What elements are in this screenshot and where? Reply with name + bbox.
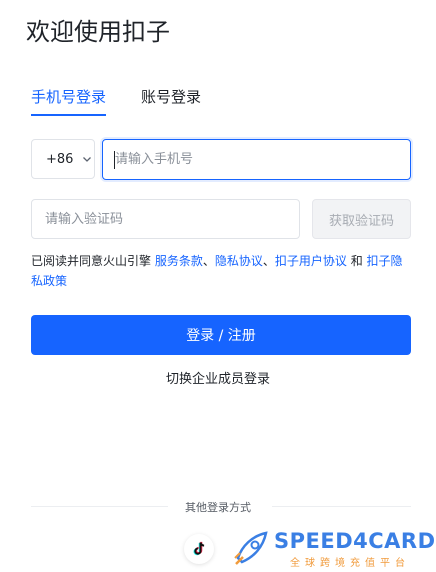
chevron-down-icon xyxy=(81,153,93,165)
privacy-link[interactable]: 隐私协议 xyxy=(215,254,263,268)
agreement-and: 和 xyxy=(346,254,367,268)
watermark-brand: SPEED4CARD xyxy=(274,529,436,553)
user-agreement-link[interactable]: 扣子用户协议 xyxy=(275,254,347,268)
phone-field[interactable] xyxy=(102,139,411,180)
get-code-button[interactable]: 获取验证码 xyxy=(312,199,411,239)
phone-input[interactable] xyxy=(103,140,410,179)
login-register-button[interactable]: 登录 / 注册 xyxy=(31,315,411,355)
text-caret xyxy=(114,151,115,169)
agreement-text: 已阅读并同意火山引擎 服务条款、隐私协议、扣子用户协议 和 扣子隐私政策 xyxy=(31,251,411,291)
divider-right xyxy=(272,506,411,507)
tiktok-icon xyxy=(193,541,205,556)
tab-account-login[interactable]: 账号登录 xyxy=(141,86,201,116)
page-title: 欢迎使用扣子 xyxy=(26,18,170,46)
watermark-subtitle: 全球跨境充值平台 xyxy=(290,558,410,569)
tab-phone-login[interactable]: 手机号登录 xyxy=(31,86,107,116)
agreement-separator: 、 xyxy=(262,254,275,268)
speed4card-watermark: SPEED4CARD 全球跨境充值平台 xyxy=(232,528,435,572)
rocket-logo-icon xyxy=(234,531,268,565)
other-login-methods-label: 其他登录方式 xyxy=(185,501,251,514)
tiktok-login-button[interactable] xyxy=(184,534,214,564)
switch-enterprise-login-link[interactable]: 切换企业成员登录 xyxy=(0,368,436,387)
verification-code-input[interactable] xyxy=(32,200,299,238)
code-field[interactable] xyxy=(31,199,300,239)
login-tabs: 手机号登录 账号登录 xyxy=(31,86,201,116)
country-code-value: +86 xyxy=(46,151,74,167)
agreement-separator: 、 xyxy=(202,254,215,268)
country-code-select[interactable]: +86 xyxy=(31,139,95,179)
terms-link[interactable]: 服务条款 xyxy=(155,254,203,268)
agreement-prefix: 已阅读并同意火山引擎 xyxy=(31,254,155,268)
